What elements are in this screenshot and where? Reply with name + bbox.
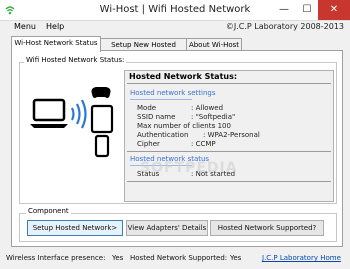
hosted-network-supported-button[interactable]: Hosted Network Supported? (210, 220, 324, 236)
divider (127, 181, 331, 182)
setting-value: : WPA2-Personal (203, 131, 260, 139)
setting-value: : 100 (213, 122, 231, 130)
settings-section-title: Hosted network settings (130, 89, 216, 97)
wireless-signal-icon (70, 99, 87, 129)
divider (127, 151, 331, 152)
setting-label: SSID name (137, 113, 176, 121)
setting-value: : Allowed (191, 104, 224, 112)
hosted-network-info: Hosted Network Status: Hosted network se… (124, 70, 334, 202)
setting-label: Cipher (137, 140, 160, 148)
hosted-supported-value: Yes (230, 254, 242, 262)
watermark: SOFTPEDIA (140, 160, 238, 176)
menu-item-menu[interactable]: Menu (14, 22, 36, 31)
wireless-presence-value: Yes (112, 254, 124, 262)
home-link[interactable]: J.C.P Laboratory Home (262, 254, 341, 262)
hosted-supported-label: Hosted Network Supported: (130, 254, 228, 262)
laptop-icon (30, 98, 68, 128)
divider (130, 99, 192, 100)
setting-label: Authentication (137, 131, 189, 139)
status-group-label: Wifi Hosted Network Status: (24, 56, 127, 64)
gamepad-icon (91, 87, 111, 98)
close-button[interactable]: ✕ (318, 0, 350, 20)
setting-value: : "Softpedia" (191, 113, 236, 121)
tablet-icon (90, 104, 114, 134)
wireless-presence-label: Wireless Interface presence: (6, 254, 106, 262)
phone-icon (94, 134, 110, 158)
setting-value: : CCMP (191, 140, 216, 148)
hosted-network-heading: Hosted Network Status: (129, 72, 238, 81)
divider (127, 83, 331, 84)
setting-label: Max number of clients (137, 122, 216, 130)
tab-network-status[interactable]: Wi-Host Network Status (11, 36, 101, 52)
menu-item-help[interactable]: Help (46, 22, 64, 31)
view-adapters-details-button[interactable]: View Adapters' Details (126, 220, 208, 236)
network-illustration (30, 87, 114, 158)
maximize-button[interactable]: ☐ (296, 0, 318, 20)
title-bar: Wi-Host | Wifi Hosted Network — ☐ ✕ (0, 0, 350, 21)
setting-label: Mode (137, 104, 157, 112)
setup-hosted-network-button[interactable]: Setup Hosted Network> (27, 220, 123, 236)
status-bar: Wireless Interface presence: Yes Hosted … (0, 248, 350, 269)
copyright-text: ©J.C.P Laboratory 2008-2013 (225, 22, 344, 31)
component-group-label: Component (26, 207, 71, 215)
minimize-button[interactable]: — (272, 0, 296, 20)
menu-bar: Menu Help ©J.C.P Laboratory 2008-2013 (0, 20, 350, 34)
